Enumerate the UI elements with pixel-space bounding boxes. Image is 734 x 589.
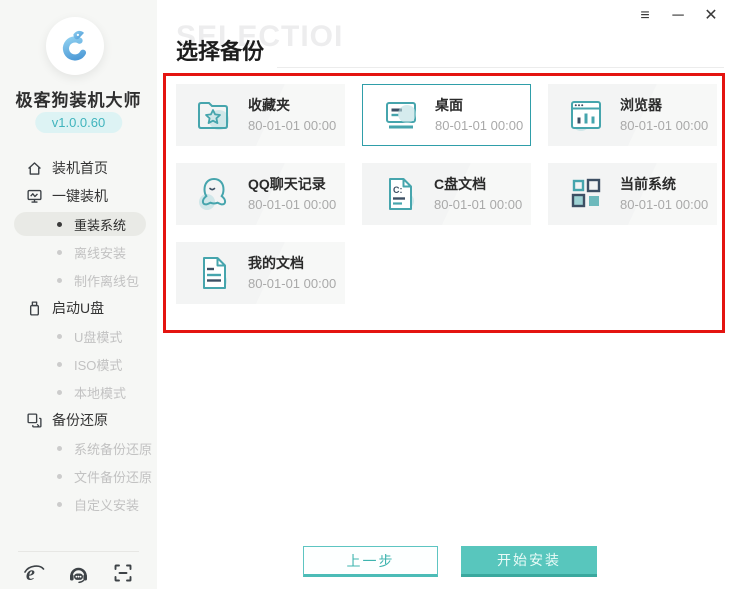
sidebar-footer: e — [0, 562, 157, 584]
bullet-icon — [57, 361, 62, 367]
bullet-icon — [57, 445, 62, 451]
backup-card-timestamp: 80-01-01 00:00 — [435, 117, 524, 133]
folder-star-icon — [198, 102, 229, 130]
backup-card-my-documents[interactable]: 我的文档 80-01-01 00:00 — [176, 242, 345, 304]
backup-card-current-system[interactable]: 当前系统 80-01-01 00:00 — [548, 163, 717, 225]
sidebar-item-iso-mode[interactable]: ISO模式 — [0, 350, 157, 378]
seahorse-logo-icon — [62, 30, 88, 61]
backup-card-desktop[interactable]: 桌面 80-01-01 00:00 — [362, 84, 531, 146]
restore-icon — [27, 412, 42, 428]
bullet-icon — [57, 501, 62, 507]
current-system-icon — [571, 178, 601, 208]
usb-icon — [29, 300, 40, 316]
sidebar-item-offline-install[interactable]: 离线安装 — [0, 238, 157, 266]
sidebar-item-backup-restore[interactable]: 备份还原 — [0, 406, 157, 434]
version-badge: v1.0.0.60 — [34, 112, 123, 133]
start-install-button[interactable]: 开始安装 — [461, 546, 597, 577]
app-name: 极客狗装机大师 — [15, 91, 142, 110]
sidebar-item-boot-usb[interactable]: 启动U盘 — [0, 294, 157, 322]
backup-card-timestamp: 80-01-01 00:00 — [248, 275, 337, 291]
bullet-icon — [57, 249, 62, 255]
backup-card-timestamp: 80-01-01 00:00 — [248, 196, 337, 212]
sidebar-item-usb-mode[interactable]: U盘模式 — [0, 322, 157, 350]
desktop-icon — [386, 102, 416, 129]
sidebar-item-label: ISO模式 — [74, 357, 123, 373]
sidebar-item-one-key-install[interactable]: 一键装机 — [0, 182, 157, 210]
sidebar-item-label: 重装系统 — [74, 217, 127, 233]
my-documents-icon — [203, 257, 227, 289]
backup-card-title: 收藏夹 — [248, 97, 290, 114]
previous-step-button[interactable]: 上一步 — [303, 546, 438, 577]
window-close-icon[interactable]: ✕ — [702, 7, 720, 25]
sidebar-item-label: 启动U盘 — [52, 300, 105, 316]
backup-card-title: 浏览器 — [620, 97, 662, 114]
backup-card-title: 我的文档 — [248, 255, 304, 272]
sidebar-item-custom-install[interactable]: 自定义安装 — [0, 490, 157, 518]
c-drive-doc-icon: C: — [389, 178, 414, 210]
backup-selection-highlight-box: 收藏夹 80-01-01 00:00 桌面 80-01-01 00:00 浏览器… — [163, 73, 725, 333]
sidebar-item-label: 制作离线包 — [74, 273, 140, 289]
backup-card-favorites[interactable]: 收藏夹 80-01-01 00:00 — [176, 84, 345, 146]
sidebar: 极客狗装机大师 v1.0.0.60 装机首页 一键装机 重装系统 离线安装 制作… — [0, 0, 157, 589]
backup-card-title: 当前系统 — [620, 176, 676, 193]
window-menu-icon[interactable]: ≡ — [636, 7, 654, 25]
home-icon — [28, 161, 41, 175]
sidebar-item-local-mode[interactable]: 本地模式 — [0, 378, 157, 406]
sidebar-item-make-offline-pack[interactable]: 制作离线包 — [0, 266, 157, 294]
backup-card-c-drive-docs[interactable]: C: C盘文档 80-01-01 00:00 — [362, 163, 531, 225]
sidebar-item-system-backup-restore[interactable]: 系统备份还原 — [0, 434, 157, 462]
backup-card-title: C盘文档 — [434, 176, 487, 193]
bullet-icon — [57, 473, 62, 479]
backup-card-timestamp: 80-01-01 00:00 — [434, 196, 523, 212]
backup-card-title: QQ聊天记录 — [248, 176, 326, 193]
backup-card-timestamp: 80-01-01 00:00 — [620, 117, 709, 133]
sidebar-item-label: 备份还原 — [52, 412, 108, 428]
backup-card-timestamp: 80-01-01 00:00 — [248, 117, 337, 133]
sidebar-item-reinstall-system[interactable]: 重装系统 — [0, 210, 157, 238]
sidebar-item-label: 文件备份还原 — [74, 469, 153, 485]
backup-card-grid: 收藏夹 80-01-01 00:00 桌面 80-01-01 00:00 浏览器… — [176, 84, 717, 304]
scan-icon[interactable] — [112, 562, 134, 584]
monitor-icon — [27, 189, 42, 203]
sidebar-item-home[interactable]: 装机首页 — [0, 154, 157, 182]
sidebar-item-label: 自定义安装 — [74, 497, 140, 513]
backup-card-title: 桌面 — [435, 97, 463, 114]
svg-text:C:: C: — [393, 185, 403, 195]
backup-card-browser[interactable]: 浏览器 80-01-01 00:00 — [548, 84, 717, 146]
backup-card-timestamp: 80-01-01 00:00 — [620, 196, 709, 212]
bullet-icon — [57, 389, 62, 395]
header-divider — [277, 67, 724, 68]
sidebar-item-file-backup-restore[interactable]: 文件备份还原 — [0, 462, 157, 490]
sidebar-item-label: U盘模式 — [74, 329, 123, 345]
page-title: 选择备份 — [176, 39, 265, 64]
bullet-icon — [57, 333, 62, 339]
sidebar-menu: 装机首页 一键装机 重装系统 离线安装 制作离线包 启动U盘 U盘模式 ISO模… — [0, 154, 157, 518]
sidebar-item-label: 本地模式 — [74, 385, 127, 401]
sidebar-item-label: 装机首页 — [52, 160, 108, 176]
installer-window: 极客狗装机大师 v1.0.0.60 装机首页 一键装机 重装系统 离线安装 制作… — [0, 0, 734, 589]
sidebar-footer-divider — [18, 551, 139, 552]
support-headset-icon[interactable] — [68, 562, 90, 584]
main-panel: ≡ ─ ✕ SELECTIOI 选择备份 收藏夹 80-01-01 00:00 — [157, 0, 734, 589]
app-logo — [46, 17, 104, 75]
bullet-icon — [57, 277, 62, 283]
bullet-icon — [57, 221, 62, 227]
browser-icon — [571, 101, 601, 131]
ie-browser-icon[interactable]: e — [23, 562, 45, 584]
backup-card-qq-chat[interactable]: QQ聊天记录 80-01-01 00:00 — [176, 163, 345, 225]
window-minimize-icon[interactable]: ─ — [669, 7, 687, 25]
sidebar-item-label: 一键装机 — [52, 188, 108, 204]
window-controls: ≡ ─ ✕ — [636, 7, 720, 25]
qq-icon — [199, 177, 227, 210]
sidebar-item-label: 系统备份还原 — [74, 441, 153, 457]
sidebar-item-label: 离线安装 — [74, 245, 127, 261]
